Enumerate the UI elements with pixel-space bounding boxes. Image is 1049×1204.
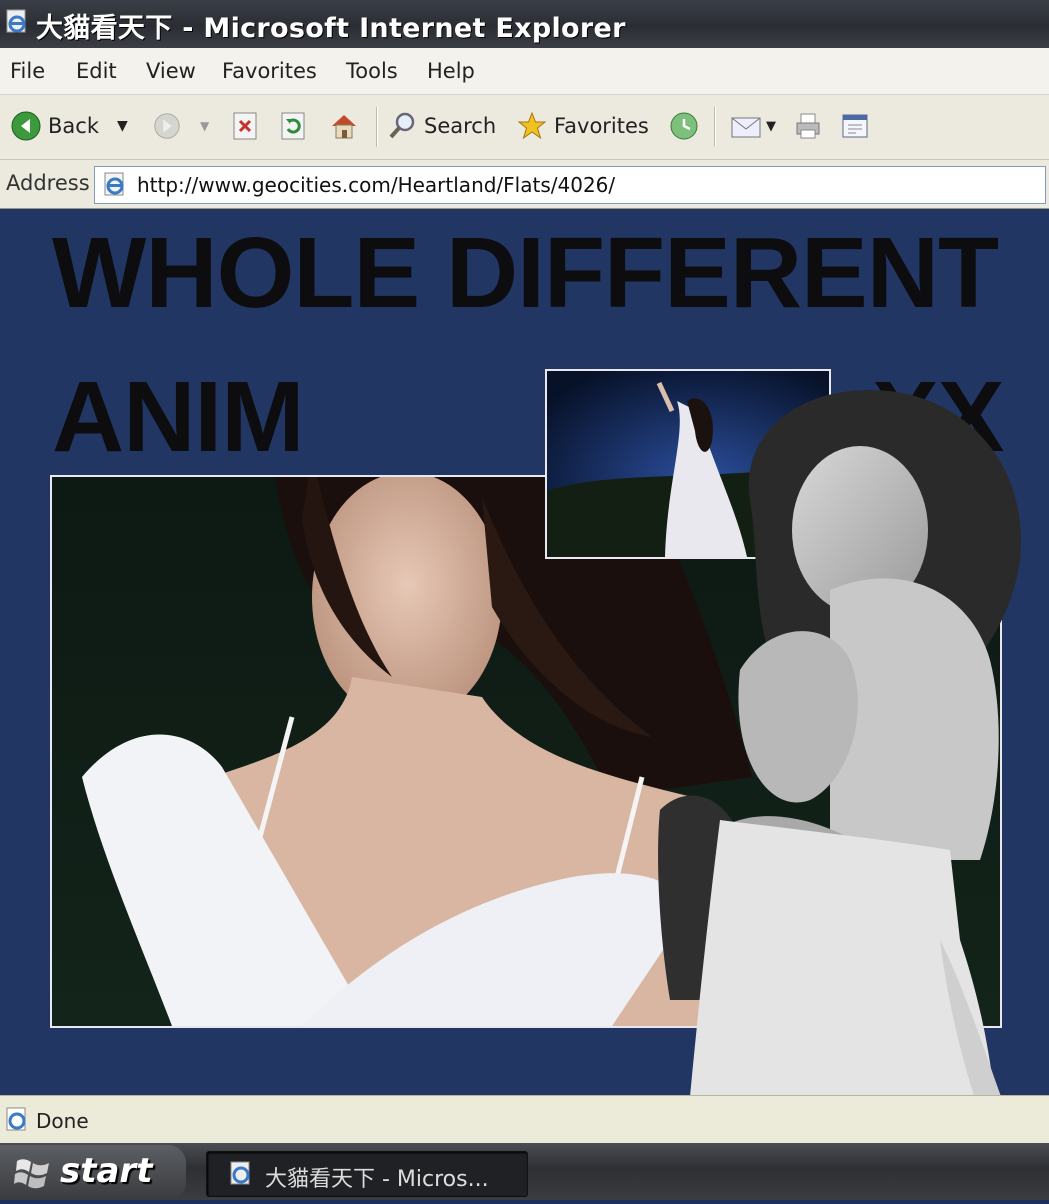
- toolbar-separator: [376, 107, 378, 147]
- headline-line2-left: ANIM: [52, 361, 305, 473]
- menu-help[interactable]: Help: [427, 59, 475, 83]
- address-url: http://www.geocities.com/Heartland/Flats…: [137, 173, 616, 197]
- favorites-button[interactable]: Favorites: [516, 107, 649, 145]
- favorites-label: Favorites: [554, 114, 649, 138]
- search-button[interactable]: Search: [386, 107, 496, 145]
- cutout-figure: [640, 240, 1049, 1200]
- mail-button[interactable]: ▼: [730, 107, 776, 145]
- address-bar: Address http://www.geocities.com/Heartla…: [0, 160, 1049, 210]
- start-label: start: [60, 1151, 153, 1191]
- ie-taskbar-icon: [230, 1161, 250, 1185]
- history-button[interactable]: [668, 107, 700, 145]
- browser-window: 大貓看天下 - Microsoft Internet Explorer File…: [0, 0, 1049, 1200]
- print-icon: [796, 113, 820, 139]
- taskbar: start 大貓看天下 - Micros...: [0, 1143, 1049, 1200]
- page-icon: [104, 172, 124, 196]
- title-bar[interactable]: 大貓看天下 - Microsoft Internet Explorer: [0, 0, 1049, 48]
- refresh-icon: [281, 112, 305, 140]
- print-button[interactable]: [794, 107, 824, 145]
- address-input[interactable]: http://www.geocities.com/Heartland/Flats…: [94, 166, 1046, 204]
- search-label: Search: [424, 114, 497, 138]
- stop-button[interactable]: [232, 107, 260, 145]
- back-icon: [11, 111, 41, 141]
- menu-view[interactable]: View: [146, 59, 196, 83]
- home-icon: [332, 115, 356, 139]
- favorites-icon: [517, 111, 547, 140]
- forward-button[interactable]: ▼: [152, 107, 209, 145]
- status-bar: Done: [0, 1095, 1049, 1144]
- forward-dropdown-icon[interactable]: ▼: [200, 119, 209, 133]
- edit-icon: [842, 114, 868, 138]
- edit-button[interactable]: [840, 107, 872, 145]
- toolbar: Back ▼ ▼ Search Favorites ▼: [0, 95, 1049, 160]
- stop-icon: [233, 112, 257, 140]
- taskbar-item-label: 大貓看天下 - Micros...: [265, 1167, 489, 1192]
- address-label: Address: [6, 171, 90, 195]
- home-button[interactable]: [328, 107, 360, 145]
- window-title: 大貓看天下 - Microsoft Internet Explorer: [36, 13, 626, 44]
- mail-icon: [731, 117, 761, 138]
- history-icon: [670, 112, 698, 140]
- ie-document-icon: [6, 9, 26, 33]
- back-label: Back: [48, 114, 99, 138]
- menu-file[interactable]: File: [10, 59, 45, 83]
- taskbar-ie-item[interactable]: 大貓看天下 - Micros...: [206, 1151, 528, 1197]
- menu-tools[interactable]: Tools: [346, 59, 398, 83]
- status-text: Done: [36, 1109, 89, 1133]
- menu-favorites[interactable]: Favorites: [222, 59, 317, 83]
- search-icon: [389, 112, 415, 139]
- forward-icon: [154, 113, 180, 139]
- menu-edit[interactable]: Edit: [76, 59, 117, 83]
- toolbar-separator: [714, 107, 716, 147]
- back-button[interactable]: Back ▼: [10, 107, 128, 145]
- back-dropdown-icon[interactable]: ▼: [117, 118, 128, 134]
- mail-dropdown-icon[interactable]: ▼: [766, 119, 776, 134]
- figure-illustration: [658, 390, 1021, 1200]
- windows-logo-icon: [14, 1159, 49, 1189]
- page-status-icon: [6, 1107, 26, 1131]
- refresh-button[interactable]: [280, 107, 308, 145]
- start-button[interactable]: start: [0, 1145, 186, 1200]
- menu-bar: File Edit View Favorites Tools Help: [0, 48, 1049, 95]
